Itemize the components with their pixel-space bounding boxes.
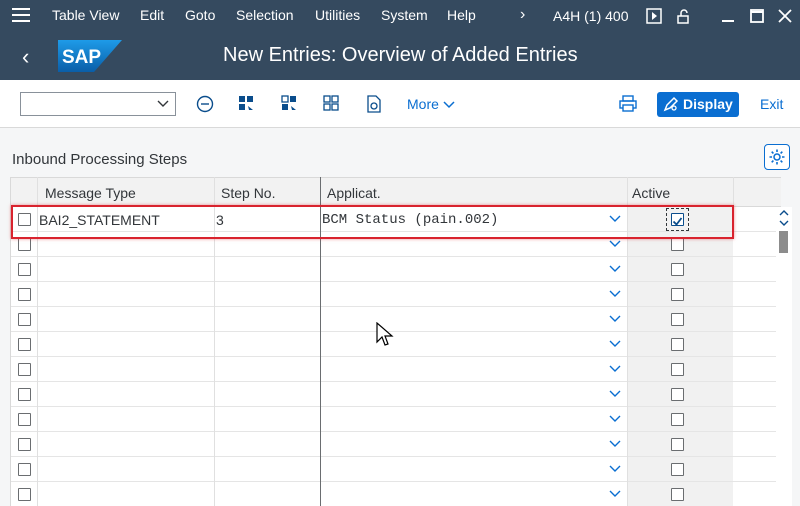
menu-table-view[interactable]: Table View [52, 7, 119, 23]
chevron-down-icon[interactable] [609, 464, 621, 474]
system-id: A4H (1) 400 [553, 8, 629, 24]
row-select-checkbox[interactable] [18, 438, 31, 451]
row-select-checkbox[interactable] [18, 363, 31, 376]
maximize-icon[interactable] [749, 8, 765, 24]
close-icon[interactable] [777, 8, 793, 24]
select-block-icon[interactable] [280, 94, 300, 114]
deselect-all-icon[interactable] [322, 94, 342, 114]
more-label: More [407, 96, 439, 112]
active-checkbox[interactable] [671, 413, 684, 426]
table-row[interactable] [11, 307, 781, 332]
mouse-cursor-icon [376, 322, 394, 346]
menu-bar: Table View Edit Goto Selection Utilities… [0, 0, 800, 32]
row-select-checkbox[interactable] [18, 463, 31, 476]
exit-button[interactable]: Exit [760, 96, 783, 112]
sap-logo: SAP [58, 40, 122, 72]
menu-edit[interactable]: Edit [140, 7, 164, 23]
active-checkbox[interactable] [671, 438, 684, 451]
table-settings-button[interactable] [764, 144, 790, 170]
active-checkbox[interactable] [671, 263, 684, 276]
active-checkbox[interactable] [671, 238, 684, 251]
active-checkbox[interactable] [671, 488, 684, 501]
unlock-icon[interactable] [676, 8, 692, 24]
remove-circle-icon[interactable] [195, 94, 215, 114]
more-button[interactable]: More [407, 96, 455, 112]
sap-logo-text: SAP [62, 47, 101, 68]
shell-header: ‹ SAP New Entries: Overview of Added Ent… [0, 32, 800, 80]
active-checkbox[interactable] [671, 388, 684, 401]
table-row[interactable] [11, 482, 781, 506]
col-header-active[interactable]: Active [632, 185, 670, 201]
scroll-updown-icon[interactable] [778, 209, 790, 227]
active-checkbox[interactable] [671, 313, 684, 326]
chevron-down-icon[interactable] [609, 364, 621, 374]
display-button[interactable]: Display [657, 92, 739, 117]
toolbar: More Display Exit [0, 80, 800, 128]
back-icon[interactable]: ‹ [22, 44, 29, 70]
row-select-checkbox[interactable] [18, 338, 31, 351]
row-select-checkbox[interactable] [18, 388, 31, 401]
chevron-down-icon[interactable] [609, 289, 621, 299]
chevron-down-icon[interactable] [609, 339, 621, 349]
table-row[interactable] [11, 282, 781, 307]
col-header-step-no[interactable]: Step No. [221, 185, 275, 201]
chevron-down-icon[interactable] [609, 239, 621, 249]
vertical-scrollbar[interactable] [776, 207, 792, 506]
table-row[interactable] [11, 257, 781, 282]
active-checkbox[interactable] [671, 463, 684, 476]
active-checkbox[interactable] [671, 363, 684, 376]
chevron-down-icon[interactable] [609, 414, 621, 424]
table-header: Message Type Step No. Applicat. Active [11, 177, 781, 207]
display-label: Display [683, 96, 733, 112]
menu-help[interactable]: Help [447, 7, 476, 23]
scroll-thumb[interactable] [779, 231, 788, 253]
select-all-icon[interactable] [237, 94, 257, 114]
page-title: New Entries: Overview of Added Entries [223, 44, 578, 66]
chevron-down-icon[interactable] [609, 264, 621, 274]
row-select-checkbox[interactable] [18, 313, 31, 326]
table-row[interactable] [11, 382, 781, 407]
play-icon[interactable] [646, 8, 662, 24]
table-row[interactable] [11, 457, 781, 482]
highlight-box [11, 205, 734, 239]
menu-utilities[interactable]: Utilities [315, 7, 360, 23]
menu-goto[interactable]: Goto [185, 7, 215, 23]
document-settings-icon[interactable] [364, 94, 384, 114]
menu-system[interactable]: System [381, 7, 428, 23]
minimize-icon[interactable] [720, 8, 736, 24]
print-icon[interactable] [618, 94, 638, 114]
chevron-down-icon[interactable] [609, 439, 621, 449]
chevron-right-icon[interactable]: › [520, 6, 525, 24]
edit-glasses-icon [663, 96, 679, 112]
chevron-down-icon[interactable] [609, 489, 621, 499]
col-header-applicat[interactable]: Applicat. [327, 185, 381, 201]
chevron-down-icon[interactable] [609, 389, 621, 399]
active-checkbox[interactable] [671, 288, 684, 301]
section-title: Inbound Processing Steps [12, 151, 188, 168]
row-select-checkbox[interactable] [18, 288, 31, 301]
row-select-checkbox[interactable] [18, 413, 31, 426]
table-row[interactable] [11, 432, 781, 457]
row-select-checkbox[interactable] [18, 238, 31, 251]
variant-dropdown[interactable] [20, 92, 176, 116]
hamburger-menu-icon[interactable] [12, 8, 30, 24]
chevron-down-icon[interactable] [609, 314, 621, 324]
active-checkbox[interactable] [671, 338, 684, 351]
gear-icon [769, 149, 785, 165]
menu-selection[interactable]: Selection [236, 7, 294, 23]
table-row[interactable] [11, 332, 781, 357]
row-select-checkbox[interactable] [18, 263, 31, 276]
row-select-checkbox[interactable] [18, 488, 31, 501]
chevron-down-icon[interactable] [157, 97, 169, 109]
table-row[interactable] [11, 407, 781, 432]
chevron-down-icon [443, 101, 455, 109]
table-row[interactable] [11, 357, 781, 382]
col-header-message-type[interactable]: Message Type [45, 185, 136, 201]
